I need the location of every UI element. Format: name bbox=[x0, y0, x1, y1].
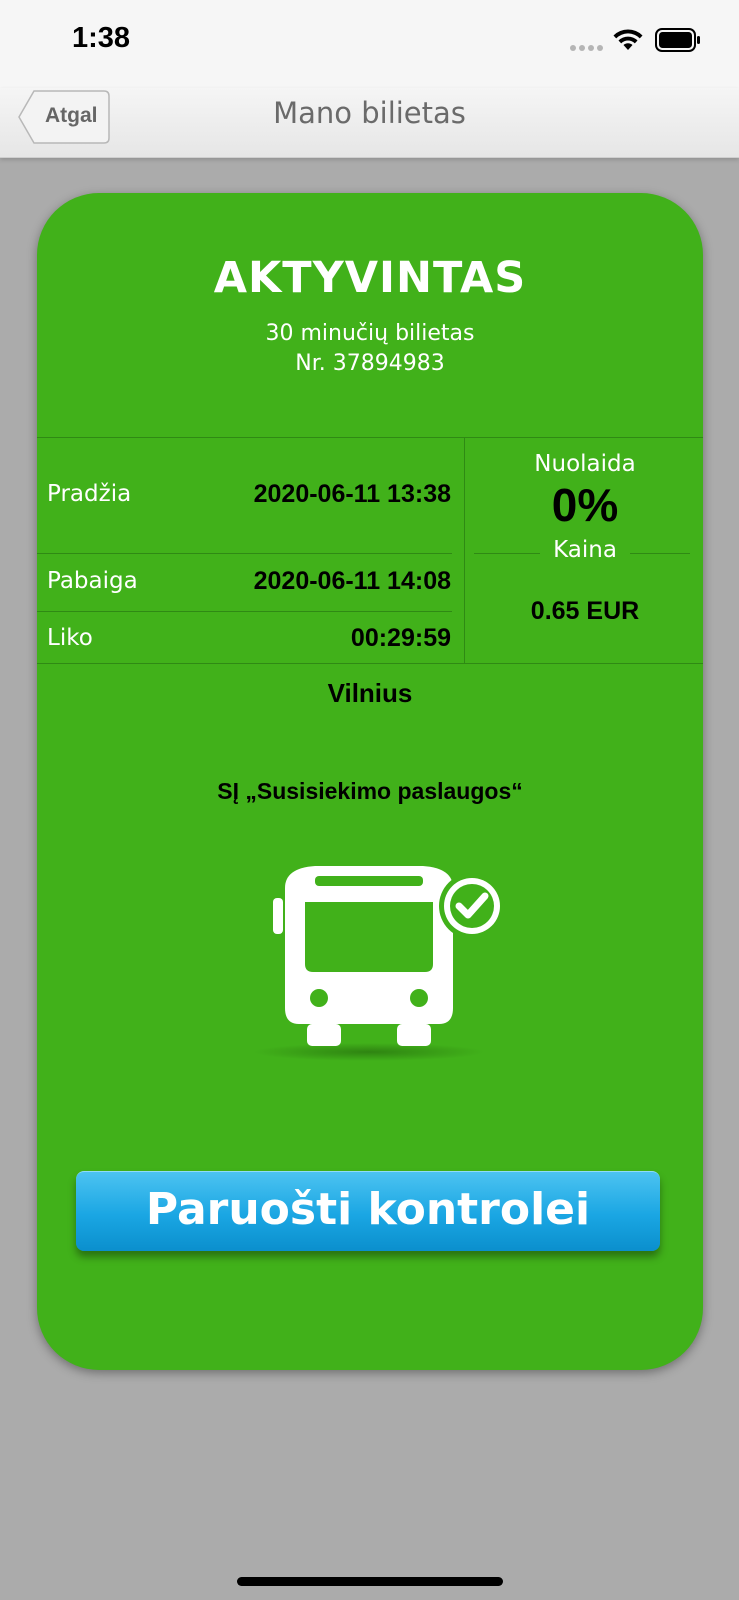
city-name: Vilnius bbox=[327, 678, 413, 708]
remaining-value: 00:29:59 bbox=[350, 624, 451, 652]
ticket-number: Nr. 37894983 bbox=[295, 351, 445, 376]
bus-active-icon bbox=[254, 866, 505, 1061]
price-value: 0.65 EUR bbox=[530, 597, 640, 625]
status-bar: 1:38 bbox=[0, 0, 739, 88]
divider bbox=[37, 553, 452, 554]
remaining-label: Liko bbox=[47, 625, 93, 651]
status-time: 1:38 bbox=[72, 22, 131, 54]
operator-name: SĮ „Susisiekimo paslaugos“ bbox=[217, 778, 523, 804]
start-label: Pradžia bbox=[47, 481, 132, 507]
divider bbox=[37, 663, 703, 664]
end-label: Pabaiga bbox=[47, 568, 138, 594]
divider bbox=[464, 437, 465, 663]
price-label: Kaina bbox=[540, 537, 630, 563]
battery-icon bbox=[655, 28, 700, 52]
navigation-bar: Atgal Mano bilietas bbox=[0, 88, 739, 158]
divider bbox=[37, 611, 452, 612]
discount-value: 0% bbox=[551, 479, 619, 531]
wifi-icon bbox=[613, 29, 643, 50]
start-value: 2020-06-11 13:38 bbox=[253, 480, 451, 508]
prepare-for-control-button[interactable]: Paruošti kontrolei bbox=[76, 1171, 660, 1251]
prepare-for-control-label: Paruošti kontrolei bbox=[145, 1184, 591, 1235]
home-indicator[interactable] bbox=[237, 1577, 503, 1586]
end-value: 2020-06-11 14:08 bbox=[253, 567, 451, 595]
discount-label: Nuolaida bbox=[534, 451, 636, 477]
page-title: Mano bilietas bbox=[273, 96, 466, 130]
ticket-type: 30 minučių bilietas bbox=[265, 321, 475, 346]
ticket-card: AKTYVINTAS 30 minučių bilietas Nr. 37894… bbox=[37, 193, 703, 1370]
cellular-signal-icon bbox=[570, 45, 603, 51]
ticket-status: AKTYVINTAS bbox=[213, 253, 527, 303]
divider bbox=[37, 437, 703, 438]
